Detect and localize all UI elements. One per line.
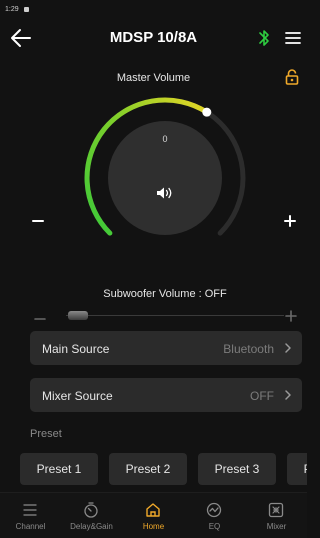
slider-track (66, 315, 284, 316)
tab-label: EQ (208, 522, 221, 531)
tab-delay-gain[interactable]: Delay&Gain (61, 501, 122, 537)
speaker-icon[interactable] (155, 185, 175, 201)
mixer-source-row[interactable]: Mixer Source OFF (30, 378, 302, 412)
main-source-row[interactable]: Main Source Bluetooth (30, 331, 302, 365)
tab-label: Channel (15, 522, 46, 531)
minus-icon (32, 220, 44, 222)
volume-up-button[interactable] (282, 213, 298, 229)
tab-mixer[interactable]: Mixer (246, 501, 307, 537)
plus-icon (284, 215, 296, 227)
volume-down-button[interactable] (30, 213, 46, 229)
bottom-tab-bar: Channel Delay&Gain Home EQ Mixer (0, 492, 307, 538)
subwoofer-down-button[interactable] (33, 311, 47, 321)
subwoofer-slider[interactable] (66, 309, 284, 323)
notification-icon (23, 6, 29, 12)
equalizer-icon (206, 502, 222, 518)
hamburger-icon (285, 32, 301, 44)
mixer-source-value: OFF (250, 389, 274, 403)
main-source-value: Bluetooth (223, 342, 274, 356)
timer-icon (84, 502, 98, 518)
tab-label: Delay&Gain (70, 522, 113, 531)
mixer-source-label: Mixer Source (42, 389, 113, 403)
tab-label: Mixer (266, 522, 287, 531)
master-volume-knob[interactable] (75, 88, 255, 268)
master-volume-label: Master Volume (116, 72, 191, 84)
subwoofer-volume-label: Subwoofer Volume : OFF (103, 288, 227, 300)
status-bar: 1:29 (0, 0, 307, 18)
tab-channel[interactable]: Channel (0, 501, 61, 537)
chevron-right-icon (285, 343, 291, 353)
minus-icon (34, 318, 46, 320)
master-volume-value: 0 (162, 134, 168, 144)
main-source-label: Main Source (42, 342, 110, 356)
preset-3-button[interactable]: Preset 3 (198, 453, 276, 485)
menu-button[interactable] (283, 28, 303, 48)
tab-home[interactable]: Home (123, 501, 184, 537)
preset-1-button[interactable]: Preset 1 (20, 453, 98, 485)
list-icon (23, 504, 37, 516)
chevron-right-icon (285, 390, 291, 400)
lock-icon[interactable] (283, 68, 301, 86)
status-time: 1:29 (5, 5, 19, 13)
app-header: MDSP 10/8A (0, 22, 307, 54)
home-icon (146, 503, 160, 517)
preset-2-button[interactable]: Preset 2 (109, 453, 187, 485)
subwoofer-up-button[interactable] (284, 309, 298, 323)
tab-eq[interactable]: EQ (184, 501, 245, 537)
preset-list: Preset 1 Preset 2 Preset 3 Preset 4 (20, 453, 307, 487)
slider-thumb[interactable] (68, 311, 88, 320)
mixer-icon (268, 502, 284, 518)
preset-4-button[interactable]: Preset 4 (287, 453, 307, 485)
plus-icon (285, 310, 297, 322)
tab-label: Home (142, 522, 165, 531)
bluetooth-icon[interactable] (256, 28, 272, 48)
volume-handle[interactable] (202, 107, 212, 117)
preset-heading: Preset (30, 428, 62, 440)
